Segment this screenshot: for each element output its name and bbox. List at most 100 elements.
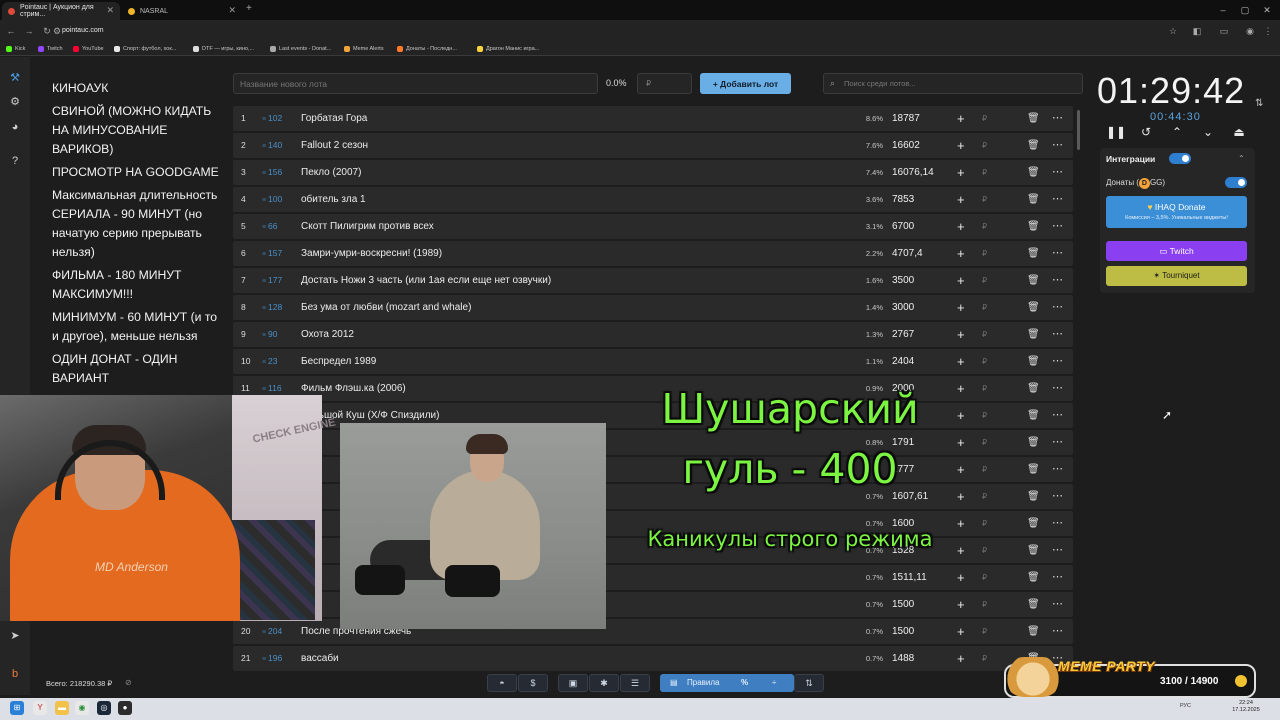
wheel-icon[interactable]: ◕: [7, 119, 23, 135]
table-row[interactable]: 10 23 Беспредел 1989 1.1% 2404 + ₽ 🗑 ⋯: [233, 349, 1073, 374]
lot-name[interactable]: Горбатая Гора: [301, 106, 367, 131]
ruble-icon[interactable]: ₽: [982, 133, 987, 158]
ruble-icon[interactable]: ₽: [982, 646, 987, 671]
trash-icon[interactable]: 🗑: [1027, 133, 1040, 158]
integrations-toggle[interactable]: [1169, 153, 1191, 164]
lot-amount[interactable]: 18787: [892, 106, 920, 131]
ruble-icon[interactable]: ₽: [982, 457, 987, 482]
ruble-icon[interactable]: ₽: [982, 430, 987, 455]
search-input[interactable]: [842, 74, 1080, 93]
lot-id[interactable]: 177: [262, 268, 282, 293]
ruble-icon[interactable]: ₽: [982, 187, 987, 212]
lot-amount[interactable]: 16076,14: [892, 160, 934, 185]
lot-id[interactable]: 23: [262, 349, 277, 374]
trash-icon[interactable]: 🗑: [1027, 619, 1040, 644]
lot-name[interactable]: Пекло (2007): [301, 160, 361, 185]
more-icon[interactable]: ⋯: [1052, 376, 1063, 401]
trash-icon[interactable]: 🗑: [1027, 376, 1040, 401]
plus-icon[interactable]: +: [957, 106, 965, 131]
gear-icon[interactable]: ⚙: [7, 94, 23, 110]
lot-amount[interactable]: 3500: [892, 268, 914, 293]
trash-icon[interactable]: 🗑: [1027, 565, 1040, 590]
save-icon[interactable]: ▣: [558, 674, 588, 692]
more-icon[interactable]: ⋯: [1052, 484, 1063, 509]
plus-icon[interactable]: +: [957, 160, 965, 185]
tourniquet-button[interactable]: ✶ Tourniquet: [1106, 266, 1247, 286]
more-icon[interactable]: ⋯: [1052, 106, 1063, 131]
new-tab-icon[interactable]: +: [246, 3, 252, 14]
table-row[interactable]: 7 177 Достать Ножи 3 часть (или 1ая если е…: [233, 268, 1073, 293]
lot-name[interactable]: Fallout 2 сезон: [301, 133, 368, 158]
trash-icon[interactable]: 🗑: [1027, 322, 1040, 347]
more-icon[interactable]: ⋯: [1052, 349, 1063, 374]
ruble-icon[interactable]: ₽: [982, 322, 987, 347]
lot-amount[interactable]: 2404: [892, 349, 914, 374]
ruble-icon[interactable]: ₽: [982, 592, 987, 617]
plus-icon[interactable]: +: [957, 646, 965, 671]
lot-name[interactable]: обитель зла 1: [301, 187, 366, 212]
hammer-icon[interactable]: ⚒: [7, 70, 23, 86]
bookmark-last-events[interactable]: Last events - Donat...: [270, 44, 331, 54]
more-icon[interactable]: ⋯: [1052, 160, 1063, 185]
ruble-icon[interactable]: ₽: [982, 565, 987, 590]
lot-amount[interactable]: 3000: [892, 295, 914, 320]
profile-icon[interactable]: ◉: [1244, 25, 1256, 37]
plus-icon[interactable]: +: [957, 295, 965, 320]
table-row[interactable]: 9 90 Охота 2012 1.3% 2767 + ₽ 🗑 ⋯: [233, 322, 1073, 347]
table-row[interactable]: 6 157 Замри-умри-воскресни! (1989) 2.2% 4707…: [233, 241, 1073, 266]
more-icon[interactable]: ⋯: [1052, 403, 1063, 428]
more-icon[interactable]: ⋯: [1052, 133, 1063, 158]
windows-start-icon[interactable]: ⊞: [10, 701, 24, 715]
lot-amount[interactable]: 1500: [892, 619, 914, 644]
minimize-icon[interactable]: –: [1214, 2, 1232, 18]
close-icon[interactable]: ✕: [228, 5, 236, 16]
trash-icon[interactable]: 🗑: [1027, 106, 1040, 131]
close-icon[interactable]: ✕: [106, 5, 114, 16]
trash-icon[interactable]: 🗑: [1027, 160, 1040, 185]
table-row[interactable]: 3 156 Пекло (2007) 7.4% 16076,14 + ₽ 🗑 ⋯: [233, 160, 1073, 185]
lot-name[interactable]: Без ума от любви (mozart and whale): [301, 295, 471, 320]
more-icon[interactable]: ⋯: [1052, 511, 1063, 536]
boosty-icon[interactable]: b: [7, 666, 23, 682]
ruble-icon[interactable]: ₽: [982, 241, 987, 266]
lot-amount[interactable]: 1500: [892, 592, 914, 617]
ruble-icon[interactable]: ₽: [982, 376, 987, 401]
chevron-up-icon[interactable]: ⌃: [1238, 154, 1245, 163]
lot-amount[interactable]: 1511,11: [892, 565, 927, 590]
help-icon[interactable]: ?: [7, 153, 23, 169]
trash-icon[interactable]: 🗑: [1027, 430, 1040, 455]
percent-toggle-icon[interactable]: %: [741, 674, 748, 692]
lot-id[interactable]: 90: [262, 322, 277, 347]
ruble-icon[interactable]: ₽: [982, 349, 987, 374]
new-lot-input[interactable]: [233, 73, 598, 94]
lot-amount[interactable]: 16602: [892, 133, 920, 158]
plus-icon[interactable]: +: [957, 619, 965, 644]
plus-icon[interactable]: +: [957, 565, 965, 590]
split-icon[interactable]: ÷: [772, 674, 776, 692]
more-icon[interactable]: ⋯: [1052, 538, 1063, 563]
donations-toggle[interactable]: [1225, 177, 1247, 188]
ruble-icon[interactable]: ₽: [982, 484, 987, 509]
lot-name[interactable]: Охота 2012: [301, 322, 354, 347]
table-row[interactable]: 4 100 обитель зла 1 3.6% 7853 + ₽ 🗑 ⋯: [233, 187, 1073, 212]
bookmark-dragon[interactable]: Драгон Манис игра...: [477, 44, 539, 54]
more-icon[interactable]: ⋯: [1052, 619, 1063, 644]
plus-icon[interactable]: +: [957, 322, 965, 347]
tray-language[interactable]: РУС: [1180, 703, 1191, 709]
plus-icon[interactable]: +: [957, 268, 965, 293]
pause-icon[interactable]: ❚❚: [1106, 124, 1126, 140]
chevron-down-icon[interactable]: ⌄: [1200, 124, 1216, 140]
hide-icon[interactable]: ⊘: [125, 678, 132, 687]
rules-button[interactable]: Правила: [687, 674, 719, 692]
trash-icon[interactable]: 🗑: [1027, 268, 1040, 293]
tab-pointauc[interactable]: Pointauc | Аукцион для стрим... ✕: [2, 2, 120, 20]
lot-amount[interactable]: 6700: [892, 214, 914, 239]
amount-input[interactable]: [637, 73, 692, 94]
bookmark-twitch[interactable]: Twitch: [38, 44, 63, 54]
collapse-icon[interactable]: ⏏: [1231, 124, 1247, 140]
forward-icon[interactable]: →: [22, 24, 36, 38]
bookmark-dtf[interactable]: DTF — игры, кино,...: [193, 44, 254, 54]
plus-icon[interactable]: +: [957, 133, 965, 158]
ruble-icon[interactable]: ₽: [982, 268, 987, 293]
ruble-icon[interactable]: ₽: [982, 214, 987, 239]
